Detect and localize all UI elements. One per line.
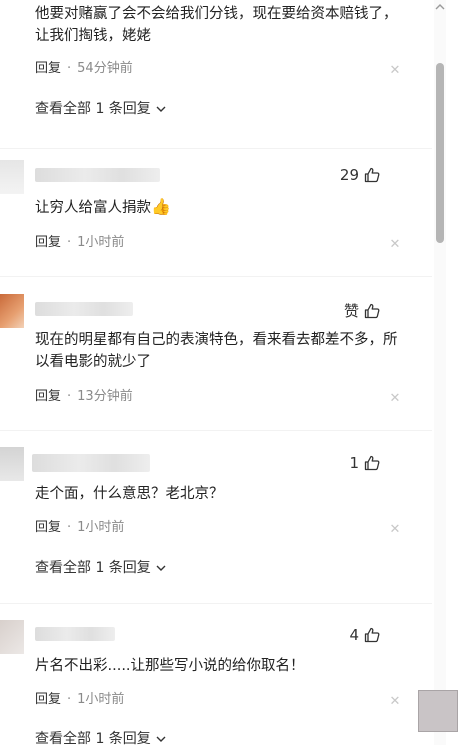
- avatar[interactable]: [0, 620, 24, 654]
- reply-button[interactable]: 回复: [35, 235, 61, 250]
- close-icon[interactable]: ✕: [388, 236, 402, 254]
- username-blurred[interactable]: [35, 302, 133, 316]
- timestamp: 1小时前: [77, 692, 125, 707]
- comment-text: 走个面，什么意思？老北京？: [35, 486, 224, 502]
- close-icon[interactable]: ✕: [388, 390, 402, 408]
- username-blurred[interactable]: [35, 168, 160, 182]
- thumbs-up-icon: [364, 303, 380, 318]
- avatar[interactable]: [0, 160, 24, 194]
- reply-row: 回复 · 13分钟前: [35, 388, 133, 406]
- reply-button[interactable]: 回复: [35, 389, 61, 404]
- close-icon[interactable]: ✕: [388, 62, 402, 80]
- separator-dot: ·: [67, 389, 72, 404]
- reply-row: 回复 · 54分钟前: [35, 60, 133, 78]
- comment-text: 片名不出彩.....让那些写小说的给你取名！: [35, 658, 305, 674]
- chevron-down-icon: [156, 565, 166, 571]
- reply-button[interactable]: 回复: [35, 520, 61, 535]
- username-blurred[interactable]: [35, 627, 115, 641]
- like-button[interactable]: 29: [340, 166, 380, 184]
- comment-text: 让穷人给富人捐款👍: [35, 196, 405, 219]
- reply-button[interactable]: 回复: [35, 61, 61, 76]
- like-button[interactable]: 4: [349, 626, 380, 644]
- chevron-down-icon: [156, 106, 166, 112]
- close-icon[interactable]: ✕: [388, 693, 402, 711]
- divider: [0, 276, 432, 277]
- view-replies-button[interactable]: 查看全部 1 条回复: [35, 729, 167, 749]
- thumbs-up-icon: [364, 627, 380, 643]
- divider: [0, 148, 432, 149]
- separator-dot: ·: [67, 692, 72, 707]
- view-replies-label: 查看全部 1 条回复: [35, 101, 151, 117]
- divider: [0, 430, 432, 431]
- view-replies-button[interactable]: 查看全部 1 条回复: [35, 558, 167, 578]
- view-replies-label: 查看全部 1 条回复: [35, 560, 151, 576]
- like-button[interactable]: 1: [349, 454, 380, 472]
- comment-text-body: 让穷人给富人捐款: [35, 200, 151, 216]
- comment-feed: 他要对赌赢了会不会给我们分钱，现在要给资本赔钱了，让我们掏钱，姥姥 回复 · 54分…: [0, 0, 432, 747]
- like-count: 1: [349, 454, 359, 472]
- reply-button[interactable]: 回复: [35, 692, 61, 707]
- username-blurred[interactable]: [32, 454, 150, 472]
- thumbs-up-icon: [364, 455, 380, 471]
- divider: [0, 603, 432, 604]
- thumbs-up-icon: [364, 167, 380, 183]
- separator-dot: ·: [67, 235, 72, 250]
- timestamp: 54分钟前: [77, 61, 133, 76]
- timestamp: 13分钟前: [77, 389, 133, 404]
- avatar[interactable]: [0, 447, 24, 481]
- reply-row: 回复 · 1小时前: [35, 691, 124, 709]
- comment-text: 他要对赌赢了会不会给我们分钱，现在要给资本赔钱了，让我们掏钱，姥姥: [35, 6, 398, 44]
- like-count: 29: [339, 166, 359, 184]
- floating-panel[interactable]: [418, 690, 458, 732]
- close-icon[interactable]: ✕: [388, 521, 402, 539]
- timestamp: 1小时前: [77, 235, 125, 250]
- chevron-down-icon: [156, 736, 166, 742]
- scroll-up-icon[interactable]: [433, 0, 447, 14]
- avatar[interactable]: [0, 294, 24, 328]
- view-replies-button[interactable]: 查看全部 1 条回复: [35, 99, 167, 119]
- like-button[interactable]: 赞: [344, 300, 380, 321]
- reply-row: 回复 · 1小时前: [35, 234, 124, 252]
- timestamp: 1小时前: [77, 520, 125, 535]
- comment-text: 现在的明星都有自己的表演特色，看来看去都差不多，所以看电影的就少了: [35, 332, 398, 370]
- reply-row: 回复 · 1小时前: [35, 519, 124, 537]
- separator-dot: ·: [67, 520, 72, 535]
- thumbs-up-emoji: 👍: [151, 197, 171, 216]
- view-replies-label: 查看全部 1 条回复: [35, 731, 151, 747]
- separator-dot: ·: [67, 61, 72, 76]
- like-count: 4: [349, 626, 359, 644]
- like-count: 赞: [343, 302, 359, 320]
- scrollbar-thumb[interactable]: [436, 63, 444, 243]
